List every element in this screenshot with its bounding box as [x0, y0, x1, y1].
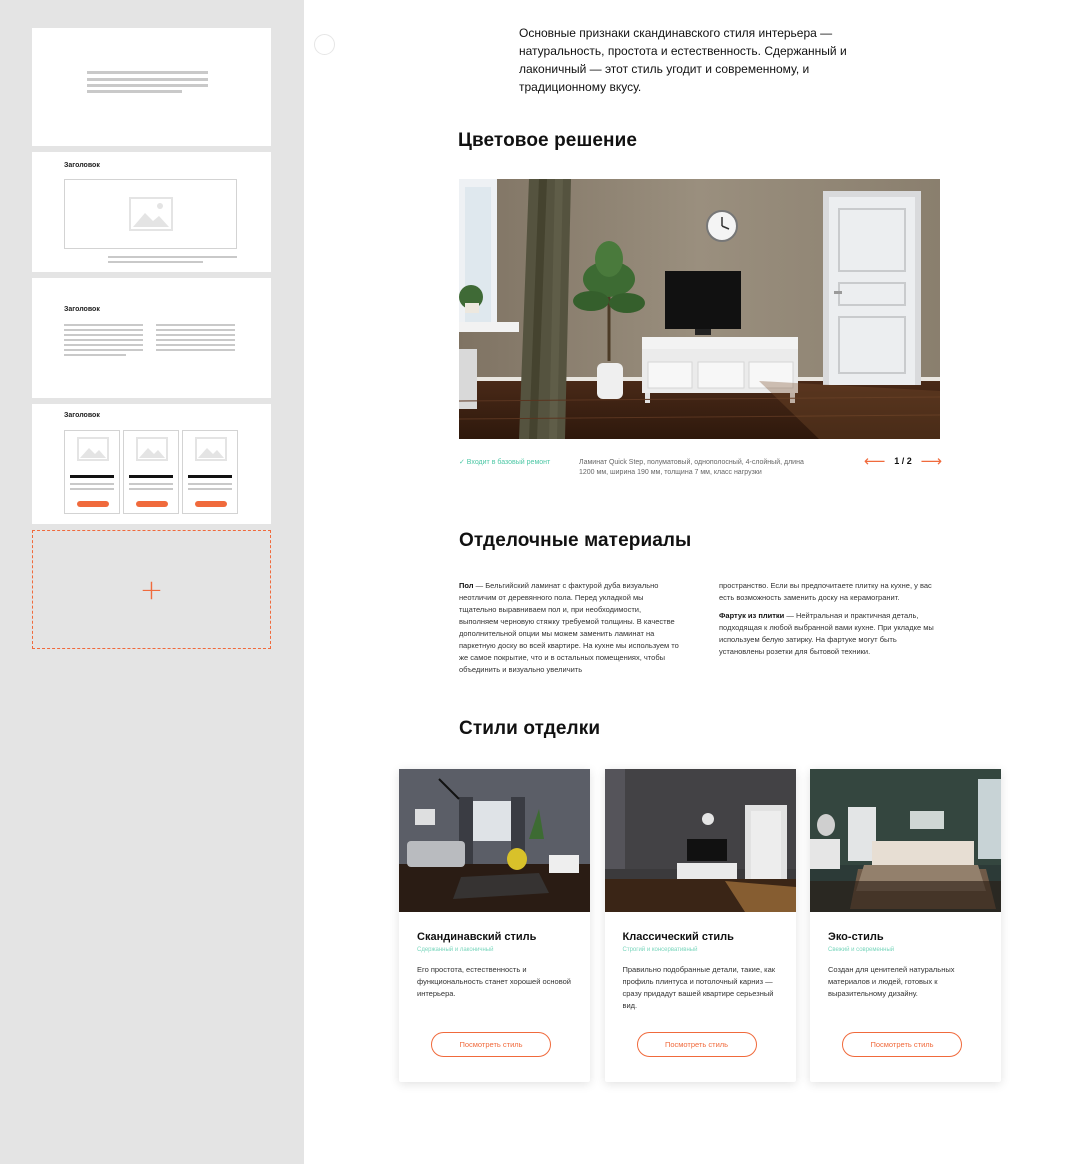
arrow-right-icon[interactable]: ⟶ [920, 452, 942, 470]
caption-line-placeholder [108, 261, 203, 263]
block-thumb-two-columns[interactable]: Заголовок [32, 278, 271, 398]
materials-column-left: Пол — Бельгийский ламинат с фактурой дуб… [459, 580, 681, 676]
card-description: Правильно подобранные детали, такие, как… [622, 965, 776, 1010]
section-title-color: Цветовое решение [458, 130, 638, 151]
image-placeholder [64, 179, 237, 249]
slide-counter: 1 / 2 [894, 456, 912, 466]
column-right-placeholder [156, 324, 235, 351]
card-title: Эко-стиль [828, 931, 884, 943]
card-subtitle: Сдержанный и лаконичный [417, 947, 494, 953]
card-subtitle: Строгий и консервативный [622, 947, 698, 953]
caption-line-placeholder [108, 256, 237, 258]
block-thumb-text[interactable] [32, 28, 271, 146]
arrow-left-icon[interactable]: ⟵ [864, 452, 886, 470]
radio-circle-icon[interactable] [314, 34, 335, 55]
scandinavian-room-photo [399, 769, 590, 912]
classic-room-photo [604, 769, 796, 912]
view-style-button[interactable]: Посмотреть стиль [842, 1032, 962, 1057]
plus-icon: + [139, 572, 164, 606]
add-block-button[interactable]: + [32, 530, 271, 649]
editor-root: Заголовок Заголовок Заголовок + Основные… [0, 0, 1090, 1164]
eco-room-photo [810, 769, 1001, 912]
mini-card [123, 430, 179, 514]
photo-caption: Ламинат Quick Step, полуматовый, однопол… [579, 459, 804, 476]
style-card-scandinavian: Скандинавский стиль Сдержанный и лаконич… [399, 769, 590, 1082]
floor-text: — Бельгийский ламинат с фактурой дуба ви… [459, 581, 679, 674]
view-style-button[interactable]: Посмотреть стиль [431, 1032, 551, 1057]
text-line-placeholder [87, 84, 208, 87]
floor-text-continued: пространство. Если вы предпочитаете плит… [719, 581, 932, 602]
materials-column-right: пространство. Если вы предпочитаете плит… [719, 580, 941, 676]
room-photo-slider[interactable] [459, 179, 940, 439]
style-card-eco: Эко-стиль Свежий и современный Создан дл… [810, 769, 1001, 1082]
included-in-base-badge: ✓ Входит в базовый ремонт [459, 459, 551, 466]
column-left-placeholder [64, 324, 143, 356]
block-thumb-image[interactable]: Заголовок [32, 152, 271, 272]
block-thumb-cards[interactable]: Заголовок [32, 404, 271, 524]
room-photo [459, 179, 940, 439]
image-icon [129, 197, 173, 231]
text-line-placeholder [87, 78, 208, 81]
section-title-materials: Отделочные материалы [459, 530, 692, 551]
block-library-sidebar: Заголовок Заголовок Заголовок + [0, 0, 304, 1164]
style-card-classic: Классический стиль Строгий и консерватив… [604, 769, 796, 1082]
section-title-styles: Стили отделки [459, 718, 601, 739]
style-cards: Скандинавский стиль Сдержанный и лаконич… [399, 769, 1001, 1082]
view-style-button[interactable]: Посмотреть стиль [636, 1032, 757, 1057]
mini-card [182, 430, 238, 514]
intro-text: Основные признаки скандинавского стиля и… [519, 26, 847, 94]
image-icon [195, 437, 227, 461]
card-subtitle: Свежий и современный [828, 947, 895, 953]
apron-label: Фартук из плитки [719, 611, 785, 620]
thumb-title: Заголовок [64, 162, 100, 169]
thumb-title: Заголовок [64, 412, 100, 419]
slider-controls: ⟵ 1 / 2 ⟶ [864, 452, 942, 470]
card-description: Создан для ценителей натуральных материа… [828, 965, 955, 998]
card-description: Его простота, естественность и функциона… [417, 965, 571, 998]
materials-text: Пол — Бельгийский ламинат с фактурой дуб… [459, 580, 941, 676]
image-icon [136, 437, 168, 461]
text-line-placeholder [87, 71, 208, 74]
thumb-title: Заголовок [64, 306, 100, 313]
card-title: Скандинавский стиль [417, 931, 537, 943]
image-icon [77, 437, 109, 461]
floor-label: Пол [459, 581, 474, 590]
apron-paragraph: Фартук из плитки — Нейтральная и практич… [719, 610, 941, 658]
card-title: Классический стиль [622, 931, 734, 943]
page-canvas: Основные признаки скандинавского стиля и… [304, 0, 1090, 1164]
text-line-placeholder [87, 90, 182, 93]
mini-card [64, 430, 120, 514]
